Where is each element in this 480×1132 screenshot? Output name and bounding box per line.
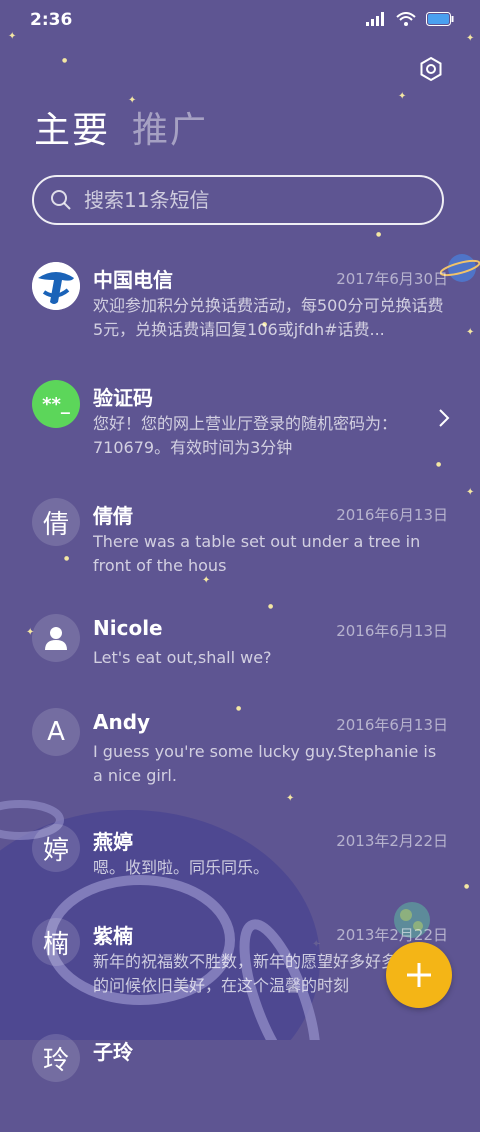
contact-name: Andy (93, 710, 151, 734)
message-date: 2016年6月13日 (336, 622, 448, 640)
tab-primary[interactable]: 主要 (34, 108, 110, 154)
message-preview: There was a table set out under a tree i… (93, 532, 421, 575)
avatar: A (32, 708, 80, 756)
plus-icon (407, 963, 431, 987)
avatar: 倩 (32, 498, 80, 546)
category-tabs: 主要 推广 (34, 108, 208, 154)
search-bar[interactable] (32, 175, 444, 225)
china-telecom-avatar (32, 262, 80, 310)
message-date: 2013年2月22日 (336, 832, 448, 850)
avatar: 婷 (32, 824, 80, 872)
chevron-right-icon[interactable] (438, 408, 450, 428)
message-preview: I guess you're some lucky guy.Stephanie … (93, 742, 437, 785)
message-preview: 嗯。收到啦。同乐同乐。 (93, 858, 270, 877)
person-icon (45, 627, 67, 650)
search-input[interactable] (82, 187, 442, 213)
conversation-item[interactable]: 倩 倩倩 2016年6月13日 There was a table set ou… (0, 486, 480, 596)
wifi-icon (396, 12, 416, 26)
message-preview: Let's eat out,shall we? (93, 648, 272, 667)
contact-name: 紫楠 (93, 924, 133, 948)
avatar (32, 614, 80, 662)
compose-button[interactable] (386, 942, 452, 1008)
avatar-text: 玲 (42, 1045, 69, 1076)
avatar-text: **_ (42, 393, 70, 415)
conversation-item[interactable]: 玲 子玲 (0, 1022, 480, 1132)
avatar-text: A (47, 717, 65, 747)
conversation-item[interactable]: A Andy 2016年6月13日 I guess you're some lu… (0, 696, 480, 806)
china-telecom-logo-icon (32, 262, 80, 310)
message-date: 2017年6月30日 (336, 270, 448, 288)
message-preview: 欢迎参加积分兑换话费活动，每500分可兑换话费5元，兑换话费请回复106或jfd… (93, 296, 444, 339)
conversation-item[interactable]: **_ 验证码 您好！您的网上营业厅登录的随机密码为：710679。有效时间为3… (0, 368, 480, 478)
message-date: 2016年6月13日 (336, 506, 448, 524)
battery-icon (426, 12, 454, 26)
message-date: 2013年2月22日 (336, 926, 448, 944)
search-icon (51, 190, 71, 210)
contact-name: 子玲 (93, 1040, 133, 1064)
avatar-text: 婷 (42, 835, 69, 866)
message-preview: 您好！您的网上营业厅登录的随机密码为：710679。有效时间为3分钟 (93, 414, 398, 457)
contact-name: 倩倩 (93, 504, 133, 528)
verification-code-avatar: **_ (32, 380, 80, 428)
status-time: 2:36 (30, 10, 73, 30)
contact-name: Nicole (93, 616, 163, 640)
signal-icon (366, 12, 384, 26)
avatar: 楠 (32, 918, 80, 966)
avatar-text: 倩 (42, 509, 69, 540)
contact-name: 验证码 (93, 386, 153, 410)
status-bar: 2:36 (0, 0, 480, 40)
message-date: 2016年6月13日 (336, 716, 448, 734)
contact-name: 中国电信 (93, 268, 173, 292)
settings-icon[interactable] (418, 56, 444, 82)
contact-name: 燕婷 (93, 830, 133, 854)
avatar: 玲 (32, 1034, 80, 1082)
tab-promotions[interactable]: 推广 (132, 108, 208, 154)
conversation-item[interactable]: 中国电信 2017年6月30日 欢迎参加积分兑换话费活动，每500分可兑换话费5… (0, 250, 480, 360)
avatar-text: 楠 (42, 929, 69, 960)
